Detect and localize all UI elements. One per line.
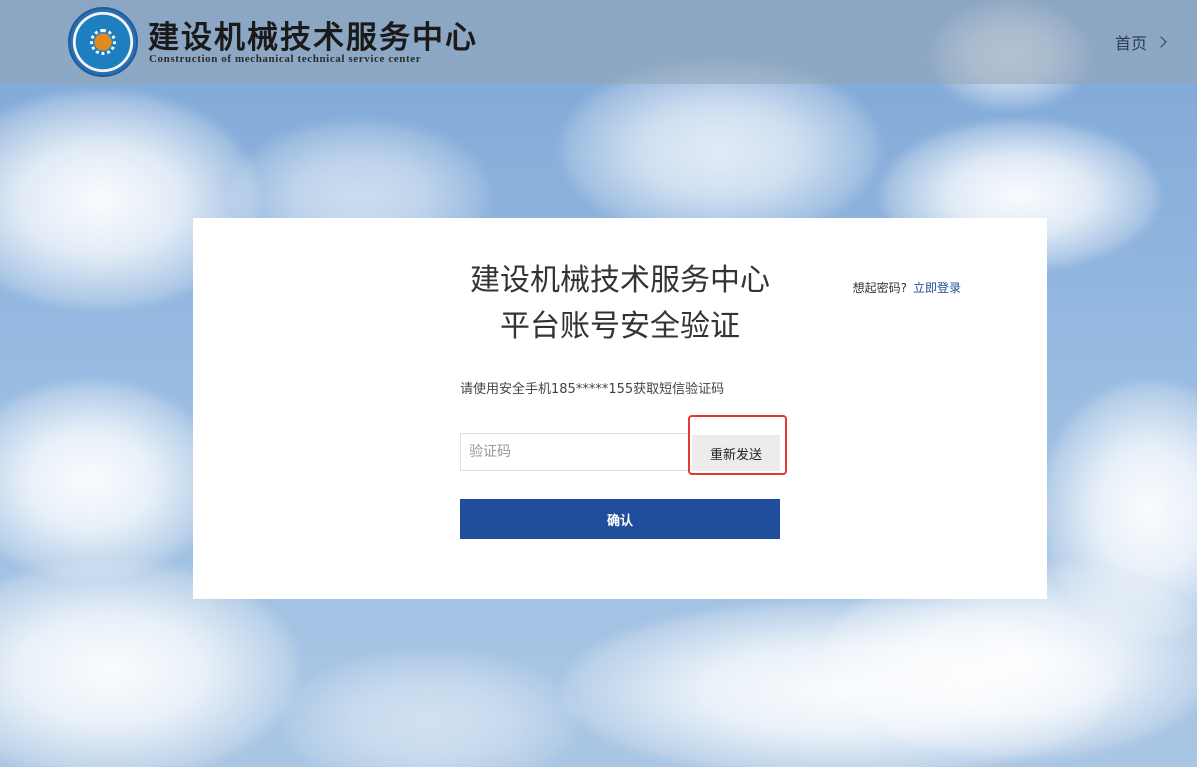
brand-title: 建设机械技术服务中心	[148, 20, 478, 56]
sms-instruction: 请使用安全手机185*****155获取短信验证码	[460, 382, 725, 397]
card-title-line2: 平台账号安全验证	[500, 309, 740, 344]
logo-gear-icon	[90, 29, 116, 55]
top-header: 建设机械技术服务中心 Construction of mechanical te…	[0, 0, 1197, 84]
resend-code-button[interactable]: 重新发送	[692, 435, 780, 471]
chevron-right-icon	[1155, 36, 1167, 48]
brand-subtitle: Construction of mechanical technical ser…	[149, 53, 422, 65]
verification-code-input[interactable]	[460, 433, 690, 471]
card-title: 建设机械技术服务中心 平台账号安全验证	[193, 258, 1047, 350]
nav-home-label: 首页	[1114, 34, 1147, 53]
login-prompt: 想起密码?	[852, 281, 907, 295]
organization-logo-icon[interactable]	[68, 7, 138, 77]
verification-card: 建设机械技术服务中心 平台账号安全验证 想起密码? 立即登录 请使用安全手机185…	[193, 218, 1047, 599]
nav-home-link[interactable]: 首页	[1114, 30, 1167, 54]
login-hint: 想起密码? 立即登录	[853, 279, 961, 296]
login-link[interactable]: 立即登录	[913, 281, 961, 295]
confirm-button[interactable]: 确认	[460, 499, 780, 539]
